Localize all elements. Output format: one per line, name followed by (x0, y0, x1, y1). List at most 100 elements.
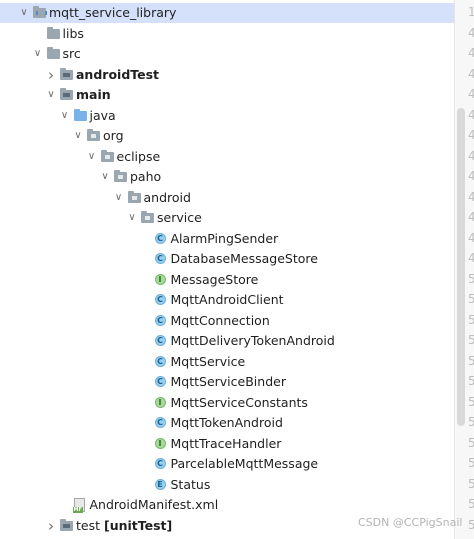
tree-node-label: ParcelableMqttMessage (171, 454, 319, 474)
tree-node-eclipse[interactable]: ∨ eclipse (0, 147, 454, 167)
enum-icon: E (154, 478, 166, 490)
class-icon: C (154, 232, 166, 244)
tree-node-label: Status (171, 475, 211, 495)
gutter-line-number: 5 (468, 313, 474, 327)
interface-icon: I (154, 437, 166, 449)
tree-node-text: android (143, 189, 191, 205)
source-set-type-label: [unitTest] (104, 517, 173, 533)
tree-node-text: src (62, 46, 81, 61)
tree-node-paho[interactable]: ∨ paho (0, 167, 454, 187)
tree-node-androidtest[interactable]: › androidTest (0, 65, 454, 85)
chevron-down-icon[interactable]: ∨ (72, 126, 84, 146)
gutter-line-number: 5 (468, 477, 474, 491)
tree-node-text: DatabaseMessageStore (170, 251, 318, 266)
tree-node-mqtttokenandroid[interactable]: C MqttTokenAndroid (0, 413, 454, 433)
gutter-line-number: 4 (468, 87, 474, 101)
class-icon: C (154, 417, 166, 428)
gutter-line-number: 4 (468, 251, 474, 265)
tree-node-label: java (90, 106, 116, 126)
tree-node-mqtt-service-library[interactable]: ∨ mqtt_service_library (0, 3, 454, 23)
tree-node-src[interactable]: ∨ src (0, 44, 454, 64)
tree-node-main[interactable]: ∨ main (0, 85, 454, 105)
tree-node-label: org (103, 126, 124, 146)
gutter-line-number: 1 (468, 5, 474, 19)
chevron-down-icon[interactable]: ∨ (86, 147, 98, 167)
tree-node-parcelablemqttmessage[interactable]: C ParcelableMqttMessage (0, 454, 454, 474)
chevron-down-icon[interactable]: ∨ (113, 188, 125, 208)
tree-node-text: MqttAndroidClient (170, 292, 284, 307)
tree-node-text: service (157, 210, 202, 225)
vertical-scrollbar[interactable] (457, 108, 465, 426)
tree-node-label: androidTest (76, 65, 159, 85)
watermark: CSDN @CCPigSnail (358, 516, 463, 529)
tree-node-label: MqttDeliveryTokenAndroid (171, 331, 335, 351)
tree-node-mqttserviceconstants[interactable]: I MqttServiceConstants (0, 393, 454, 413)
tree-node-label: MqttTraceHandler (171, 434, 282, 454)
chevron-down-icon[interactable]: ∨ (126, 208, 138, 228)
chevron-right-icon[interactable]: › (45, 516, 57, 536)
tree-node-label: MqttAndroidClient (171, 290, 284, 310)
gutter-line-number: 4 (468, 26, 474, 40)
tree-node-label: MqttServiceConstants (171, 393, 308, 413)
tree-node-label: src (63, 44, 81, 64)
tree-node-label: DatabaseMessageStore (171, 249, 318, 269)
tree-node-mqttservice[interactable]: C MqttService (0, 352, 454, 372)
tree-node-mqttdeliverytokenandroid[interactable]: C MqttDeliveryTokenAndroid (0, 331, 454, 351)
tree-node-label: service (157, 208, 202, 228)
tree-node-databasemessagestore[interactable]: C DatabaseMessageStore (0, 249, 454, 269)
tree-node-org[interactable]: ∨ org (0, 126, 454, 146)
class-icon: C (154, 458, 166, 469)
gutter-line-number: 5 (468, 395, 474, 409)
package-folder-icon (87, 129, 100, 141)
chevron-down-icon[interactable]: ∨ (45, 85, 57, 105)
tree-node-label: eclipse (117, 147, 161, 167)
gutter-line-number: 4 (468, 169, 474, 183)
chevron-right-icon[interactable]: › (45, 65, 57, 85)
tree-node-text: main (76, 87, 111, 102)
tree-node-label: MqttService (171, 352, 246, 372)
class-icon: C (154, 355, 166, 367)
tree-node-service[interactable]: ∨ service (0, 208, 454, 228)
tree-node-label: test [unitTest] (76, 516, 172, 536)
gutter-line-number: 4 (468, 67, 474, 81)
tree-node-libs[interactable]: libs (0, 24, 454, 44)
chevron-down-icon[interactable]: ∨ (18, 3, 30, 23)
tree-node-mqtttracehandler[interactable]: I MqttTraceHandler (0, 434, 454, 454)
tree-node-androidmanifest-xml[interactable]: AndroidManifest.xml (0, 495, 454, 515)
tree-node-label: MqttServiceBinder (171, 372, 286, 392)
tree-node-alarmpingsender[interactable]: C AlarmPingSender (0, 229, 454, 249)
gutter-line-number: 5 (468, 415, 474, 429)
chevron-down-icon[interactable]: ∨ (32, 44, 44, 64)
source-root-folder-icon (73, 108, 87, 121)
gutter-line-number: 5 (468, 354, 474, 368)
tree-node-label: MqttConnection (171, 311, 270, 331)
class-icon: C (154, 314, 166, 326)
tree-node-text: mqtt_service_library (49, 5, 177, 20)
tree-node-android[interactable]: ∨ android (0, 188, 454, 208)
gutter-line-number: 5 (468, 272, 474, 286)
tree-node-label: libs (63, 24, 84, 44)
tree-node-mqttandroidclient[interactable]: C MqttAndroidClient (0, 290, 454, 310)
chevron-down-icon[interactable]: ∨ (99, 167, 111, 187)
gutter-line-number: 4 (468, 46, 474, 60)
tree-node-text: MqttTokenAndroid (170, 415, 283, 430)
source-set-folder-icon (60, 88, 73, 100)
tree-node-mqttservicebinder[interactable]: C MqttServiceBinder (0, 372, 454, 392)
tree-node-status[interactable]: E Status (0, 475, 454, 495)
class-icon: C (154, 335, 166, 346)
tree-node-label: mqtt_service_library (49, 3, 176, 23)
chevron-down-icon[interactable]: ∨ (59, 106, 71, 126)
tree-node-java[interactable]: ∨ java (0, 106, 454, 126)
tree-node-text: androidTest (76, 66, 160, 82)
tree-node-text: MqttDeliveryTokenAndroid (170, 333, 335, 348)
package-folder-icon (100, 149, 114, 162)
tree-node-label: main (76, 85, 111, 105)
source-set-folder-icon (60, 67, 73, 80)
gutter-line-number: 5 (468, 518, 474, 532)
tree-node-mqttconnection[interactable]: C MqttConnection (0, 311, 454, 331)
package-folder-icon (141, 211, 154, 223)
tree-node-label: MessageStore (171, 270, 259, 290)
class-icon: C (154, 253, 166, 264)
tree-node-messagestore[interactable]: I MessageStore (0, 270, 454, 290)
project-tree: ∨ mqtt_service_librarylibs ∨ src › androidTes… (0, 0, 454, 539)
